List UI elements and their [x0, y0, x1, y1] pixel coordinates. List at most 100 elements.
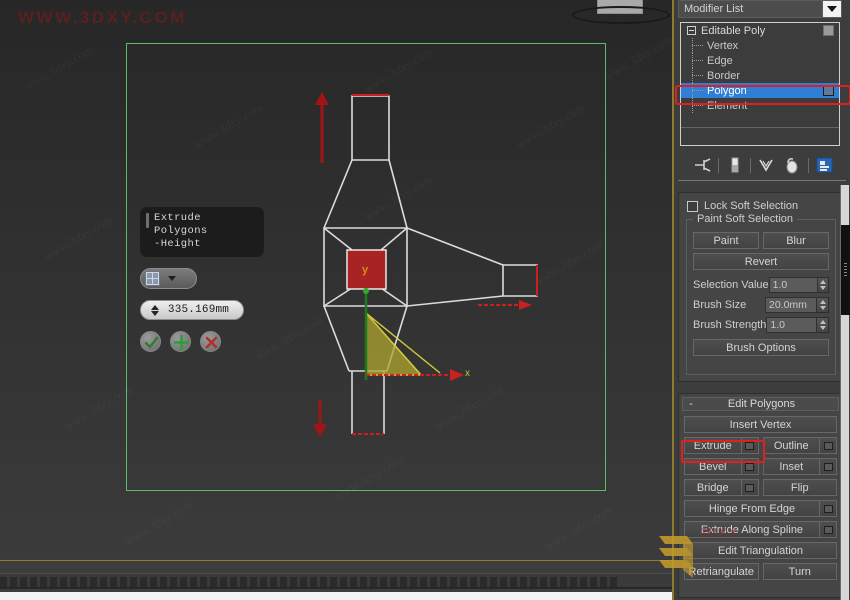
stack-item-editable-poly[interactable]: Editable Poly — [681, 23, 839, 38]
hinge-settings-button[interactable] — [820, 500, 837, 517]
caddy-title-line1: Extrude Polygons — [154, 212, 208, 237]
inset-button[interactable]: Inset — [762, 458, 820, 475]
caddy-ok-button[interactable] — [140, 331, 161, 352]
paint-soft-selection-group: Paint Soft Selection Paint Blur Revert S… — [686, 213, 836, 375]
extrude-polygons-caddy[interactable]: Extrude Polygons -Height 335.169mm — [140, 207, 290, 352]
bridge-button[interactable]: Bridge — [684, 479, 742, 496]
brush-strength-field[interactable]: 1.0 — [766, 316, 818, 333]
extrude-direction-arrow-up — [315, 92, 329, 163]
retriangulate-button[interactable]: Retriangulate — [684, 563, 759, 580]
stack-item-edge[interactable]: Edge — [681, 53, 839, 68]
outline-settings-button[interactable] — [820, 437, 837, 454]
stack-item-label: Edge — [707, 54, 733, 67]
toolbar-divider — [749, 157, 751, 173]
selection-value-stepper[interactable] — [817, 276, 829, 293]
tree-branch-icon — [692, 60, 703, 61]
extrude-button[interactable]: Extrude — [684, 437, 742, 454]
command-panel: Modifier List Editable Poly Vertex Edge — [672, 0, 850, 600]
flip-button[interactable]: Flip — [762, 479, 837, 496]
modifier-list-label: Modifier List — [684, 3, 744, 15]
selection-value-field[interactable]: 1.0 — [768, 276, 818, 293]
bevel-settings-button[interactable] — [741, 458, 759, 475]
stack-item-label: Vertex — [707, 39, 739, 52]
make-unique-icon[interactable] — [756, 155, 777, 175]
plus-icon — [173, 334, 190, 351]
insert-vertex-button[interactable]: Insert Vertex — [684, 416, 837, 433]
modifier-stack[interactable]: Editable Poly Vertex Edge Border Polygon… — [680, 22, 840, 146]
stack-item-label: Editable Poly — [701, 24, 766, 37]
inset-settings-button[interactable] — [820, 458, 837, 475]
brush-size-stepper[interactable] — [817, 296, 829, 313]
stack-item-checkbox[interactable] — [823, 25, 834, 36]
stack-item-polygon[interactable]: Polygon — [681, 83, 839, 98]
brush-size-row: Brush Size 20.0mm — [693, 296, 829, 313]
close-icon — [205, 336, 218, 349]
perspective-viewport[interactable]: WWW.3DXY.COM www.3dxy.com www.3dxy.com w… — [0, 0, 672, 560]
caddy-title: Extrude Polygons -Height — [140, 207, 264, 257]
soft-selection-rollout: Lock Soft Selection Paint Soft Selection… — [678, 192, 842, 382]
chevron-down-icon[interactable] — [822, 1, 841, 17]
extrude-along-spline-row: Extrude Along Spline — [684, 521, 837, 538]
scrollbar-grip-icon — [844, 263, 847, 277]
extrude-height-value[interactable]: 335.169mm — [162, 304, 243, 316]
3dsmax-window: WWW.3DXY.COM www.3dxy.com www.3dxy.com w… — [0, 0, 850, 600]
brush-options-button[interactable]: Brush Options — [693, 339, 829, 356]
panel-divider — [678, 180, 846, 181]
selection-value-label: Selection Value — [693, 278, 769, 291]
collapse-icon[interactable]: - — [683, 398, 699, 410]
bridge-settings-button[interactable] — [741, 479, 759, 496]
lock-soft-selection-label: Lock Soft Selection — [704, 200, 799, 212]
track-bar[interactable] — [0, 573, 672, 589]
caddy-title-line2: -Height — [154, 238, 201, 250]
remove-modifier-icon[interactable] — [782, 155, 803, 175]
tree-branch-icon — [692, 105, 703, 106]
stack-item-vertex[interactable]: Vertex — [681, 38, 839, 53]
caddy-cancel-button[interactable] — [200, 331, 221, 352]
axis-label-x: x — [465, 368, 470, 379]
hinge-from-edge-button[interactable]: Hinge From Edge — [684, 500, 820, 517]
tree-branch-icon — [692, 90, 703, 91]
extrude-along-spline-settings-button[interactable] — [820, 521, 837, 538]
brush-strength-stepper[interactable] — [817, 316, 829, 333]
revert-button[interactable]: Revert — [693, 253, 829, 270]
blur-button[interactable]: Blur — [763, 232, 829, 249]
modifier-list-dropdown[interactable]: Modifier List — [678, 0, 842, 18]
chevron-down-icon[interactable] — [168, 276, 176, 281]
extrude-along-spline-button[interactable]: Extrude Along Spline — [684, 521, 820, 538]
stack-item-border[interactable]: Border — [681, 68, 839, 83]
configure-modifier-sets-icon[interactable] — [814, 155, 835, 175]
brush-strength-label: Brush Strength — [693, 318, 767, 331]
turn-button[interactable]: Turn — [762, 563, 837, 580]
stack-toolbar — [678, 152, 848, 178]
paint-blur-row: Paint Blur — [693, 232, 829, 249]
brush-size-field[interactable]: 20.0mm — [765, 296, 817, 313]
caddy-apply-button[interactable] — [170, 331, 191, 352]
bevel-button[interactable]: Bevel — [684, 458, 742, 475]
extrude-type-dropdown[interactable] — [140, 268, 197, 289]
paint-soft-selection-title: Paint Soft Selection — [693, 213, 798, 225]
stack-item-label: Border — [707, 69, 741, 82]
spinner-arrows-icon[interactable] — [147, 304, 162, 316]
stack-item-checkbox[interactable] — [823, 85, 834, 96]
status-bar-strip — [0, 592, 672, 600]
lock-soft-selection-row[interactable]: Lock Soft Selection — [687, 200, 798, 212]
selection-value-row: Selection Value 1.0 — [693, 276, 829, 293]
edit-polygons-title: Edit Polygons — [727, 398, 796, 410]
collapse-icon[interactable] — [687, 26, 696, 35]
extrude-settings-button[interactable] — [741, 437, 759, 454]
paint-button[interactable]: Paint — [693, 232, 759, 249]
mesh-wireframe: x y — [313, 92, 538, 437]
brush-size-label: Brush Size — [693, 298, 747, 311]
bridge-flip-row: Bridge Flip — [684, 479, 837, 496]
command-panel-scrollbar[interactable] — [840, 185, 850, 600]
pin-stack-icon[interactable] — [692, 155, 713, 175]
edit-polygons-header[interactable]: - Edit Polygons — [682, 397, 839, 411]
edit-triangulation-button[interactable]: Edit Triangulation — [684, 542, 837, 559]
show-end-result-icon[interactable] — [724, 155, 745, 175]
lock-soft-selection-checkbox[interactable] — [687, 200, 698, 212]
outline-button[interactable]: Outline — [762, 437, 820, 454]
extrude-height-spinner[interactable]: 335.169mm — [140, 300, 244, 320]
extrude-outline-row: Extrude Outline — [684, 437, 837, 454]
stack-item-element[interactable]: Element — [681, 98, 839, 113]
grid-icon — [145, 271, 160, 286]
